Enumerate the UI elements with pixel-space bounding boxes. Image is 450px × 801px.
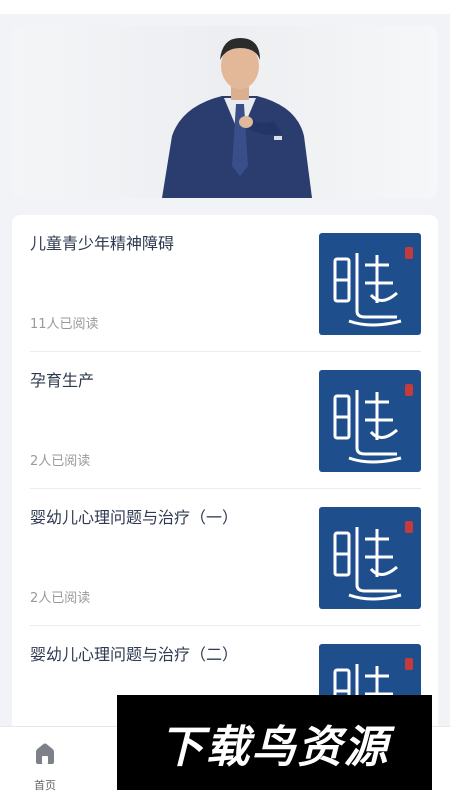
calligraphy-logo-icon [333, 247, 413, 327]
list-item[interactable]: 孕育生产 2人已阅读 [30, 352, 421, 489]
tab-home-label: 首页 [34, 779, 56, 792]
list-item[interactable]: 儿童青少年精神障碍 11人已阅读 [30, 215, 421, 352]
article-thumbnail [319, 370, 421, 472]
status-area [0, 0, 450, 14]
home-icon [34, 741, 56, 769]
hero-banner[interactable] [12, 26, 438, 198]
article-title: 孕育生产 [30, 371, 95, 390]
read-count: 2人已阅读 [30, 591, 91, 606]
article-list: 儿童青少年精神障碍 11人已阅读 孕育生产 2人已阅读 婴幼儿心理问题与治疗（一… [12, 215, 438, 735]
article-title: 婴幼儿心理问题与治疗（一） [30, 508, 239, 527]
hero-portrait-image [162, 38, 312, 198]
read-count: 11人已阅读 [30, 317, 99, 332]
calligraphy-logo-icon [333, 521, 413, 601]
tab-home[interactable]: 首页 [18, 735, 72, 795]
article-thumbnail [319, 233, 421, 335]
article-title: 婴幼儿心理问题与治疗（二） [30, 645, 239, 664]
article-thumbnail [319, 507, 421, 609]
list-item[interactable]: 婴幼儿心理问题与治疗（一） 2人已阅读 [30, 489, 421, 626]
article-title: 儿童青少年精神障碍 [30, 234, 175, 253]
watermark-banner: 下载鸟资源 [117, 695, 432, 790]
read-count: 2人已阅读 [30, 454, 91, 469]
calligraphy-logo-icon [333, 384, 413, 464]
